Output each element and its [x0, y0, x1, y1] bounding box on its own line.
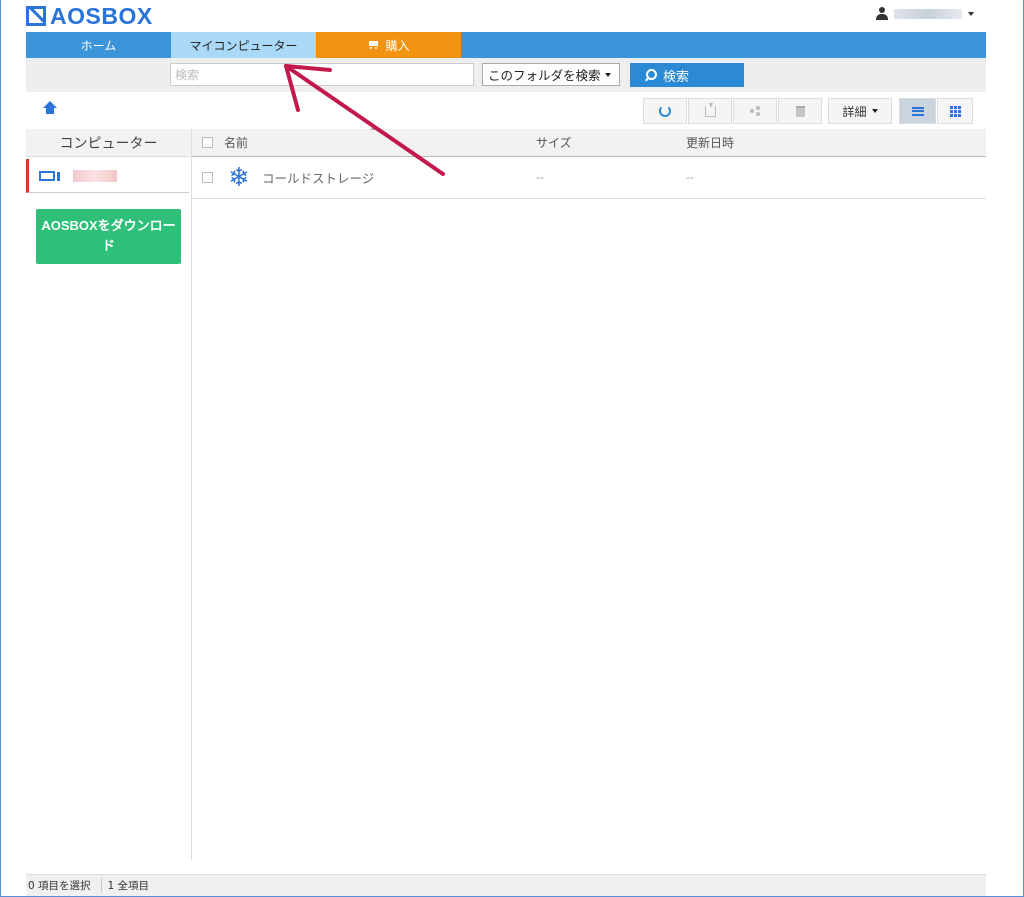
computer-name-redacted: [73, 169, 117, 182]
download-icon: [704, 102, 716, 117]
caret-down-icon: [604, 72, 611, 77]
logo-mark-icon: [26, 6, 46, 26]
search-scope-select[interactable]: このフォルダを検索: [482, 63, 620, 86]
main-nav: ホーム マイコンピューター 購入: [26, 32, 986, 58]
file-list-header: 名前 サイズ 更新日時: [192, 126, 986, 157]
snowflake-icon: ❄: [228, 162, 250, 193]
tab-buy-label: 購入: [385, 38, 410, 53]
delete-button[interactable]: [778, 98, 822, 124]
trash-icon: [795, 105, 805, 117]
caret-down-icon: [968, 11, 974, 16]
download-file-button[interactable]: [688, 98, 732, 124]
grid-view-icon: [949, 105, 961, 117]
sort-arrow-icon: [370, 126, 378, 130]
file-size: --: [536, 171, 544, 184]
total-count: 1 全項目: [100, 878, 149, 893]
table-row[interactable]: ❄ コールドストレージ -- --: [192, 157, 986, 199]
user-name-redacted: [894, 8, 962, 19]
row-checkbox[interactable]: [202, 172, 213, 183]
cart-icon: [367, 40, 379, 50]
tab-my-computer-label: マイコンピューター: [189, 38, 298, 53]
home-icon[interactable]: [43, 101, 57, 115]
grid-view-button[interactable]: [937, 98, 973, 124]
download-aosbox-button[interactable]: AOSBOXをダウンロード: [36, 209, 181, 264]
detail-view-label: 詳細: [842, 104, 867, 119]
search-icon: [645, 69, 657, 81]
file-modified: --: [686, 171, 694, 184]
tab-home[interactable]: ホーム: [26, 32, 171, 58]
sidebar-header: コンピューター: [26, 129, 191, 157]
sidebar-item-computer[interactable]: [26, 159, 189, 193]
list-view-button[interactable]: [899, 98, 936, 124]
tab-my-computer[interactable]: マイコンピューター: [171, 32, 316, 58]
select-all-checkbox[interactable]: [202, 137, 213, 148]
search-scope-label: このフォルダを検索: [488, 68, 601, 83]
detail-view-dropdown[interactable]: 詳細: [828, 98, 892, 124]
share-button[interactable]: [733, 98, 777, 124]
search-input[interactable]: [170, 63, 474, 86]
share-icon: [750, 106, 760, 116]
selected-count: 0 項目を選択: [28, 880, 91, 892]
search-button-label: 検索: [663, 69, 690, 85]
aosbox-logo[interactable]: AOSBOX: [26, 2, 153, 29]
user-icon: [876, 7, 888, 20]
computer-icon: [39, 170, 60, 181]
column-name[interactable]: 名前: [224, 134, 536, 151]
tab-buy[interactable]: 購入: [316, 32, 461, 58]
file-list: 名前 サイズ 更新日時 ❄ コールドストレージ -- --: [192, 126, 986, 199]
file-name[interactable]: コールドストレージ: [262, 168, 374, 187]
user-menu[interactable]: [876, 7, 974, 20]
logo-text: AOSBOX: [50, 2, 153, 29]
status-bar: 0 項目を選択 1 全項目: [26, 874, 986, 896]
caret-down-icon: [871, 109, 878, 113]
search-button[interactable]: 検索: [630, 63, 744, 87]
column-modified[interactable]: 更新日時: [686, 134, 986, 151]
refresh-button[interactable]: [643, 98, 687, 124]
column-size[interactable]: サイズ: [536, 134, 686, 151]
search-bar: このフォルダを検索 検索: [26, 58, 986, 92]
list-view-icon: [911, 106, 924, 116]
sidebar: コンピューター AOSBOXをダウンロード: [26, 129, 192, 860]
refresh-icon: [659, 105, 671, 117]
tab-home-label: ホーム: [80, 38, 117, 53]
